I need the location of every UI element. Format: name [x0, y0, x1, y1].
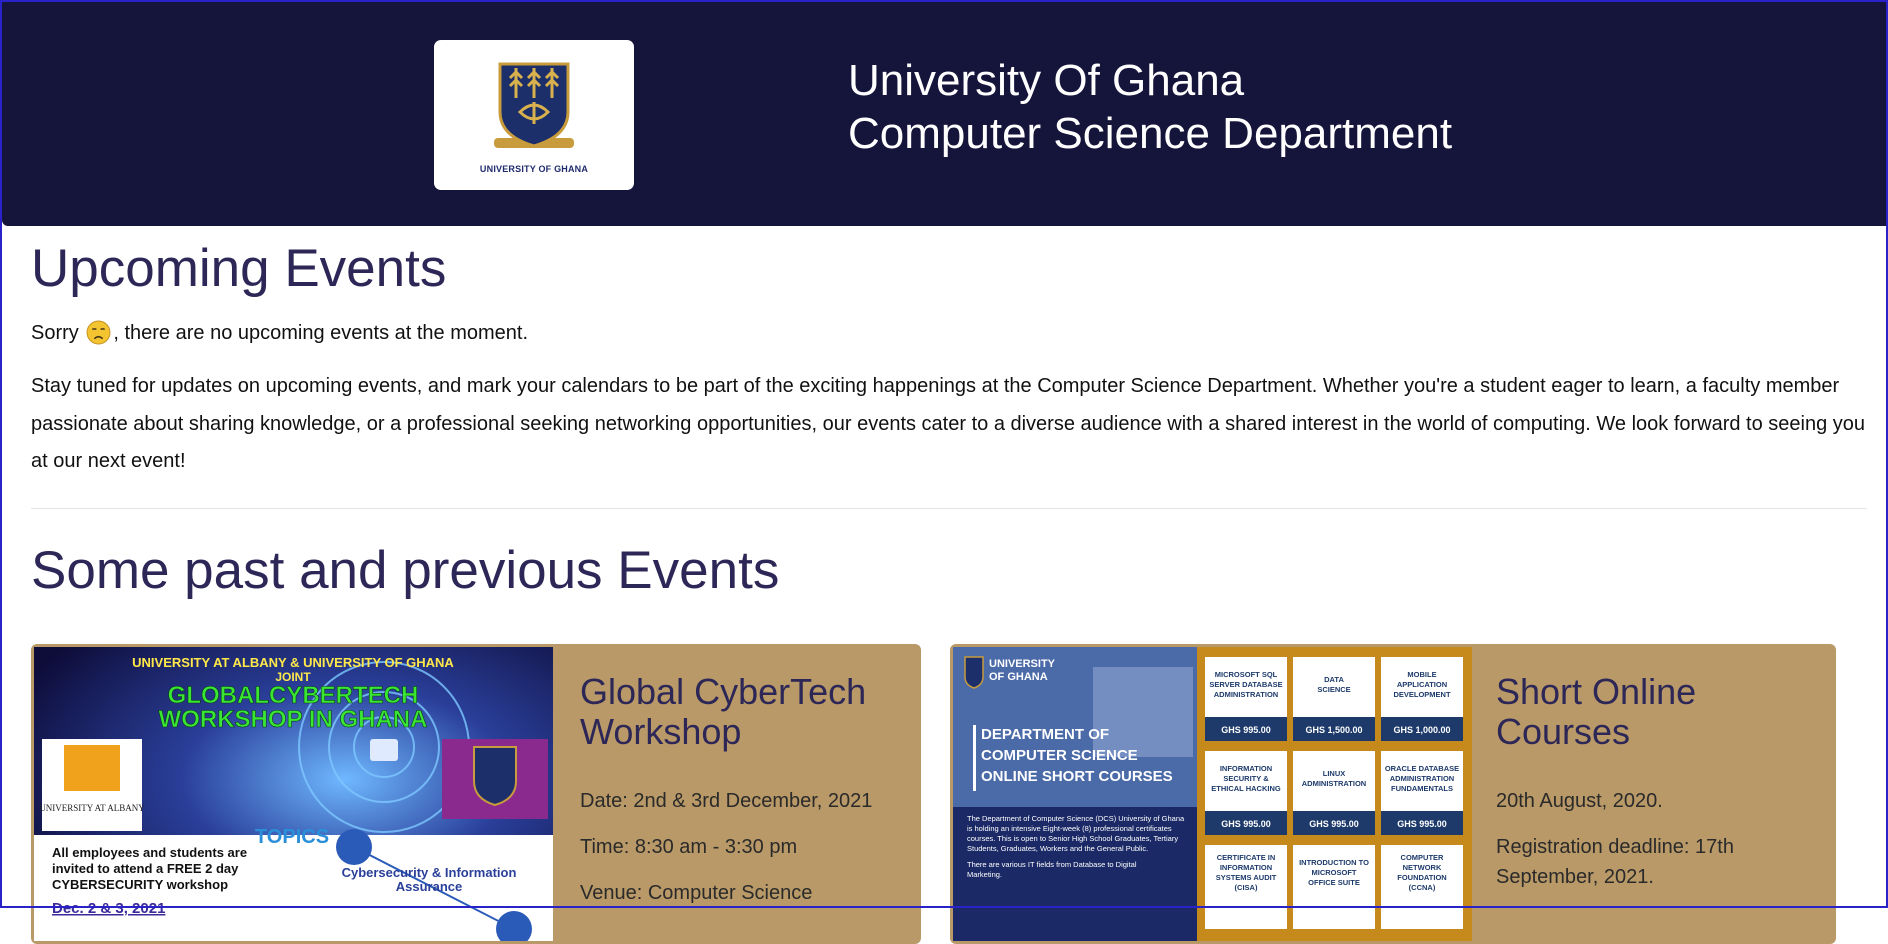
- course-tile: INTRODUCTION TOMICROSOFTOFFICE SUITE: [1293, 845, 1375, 929]
- course-name: LINUX: [1323, 769, 1346, 778]
- cybertech-poster-image[interactable]: UNIVERSITY AT ALBANY & UNIVERSITY OF GHA…: [34, 647, 553, 941]
- course-price: GHS 1,500.00: [1305, 725, 1362, 735]
- poster-dates: Dec. 2 & 3, 2021: [52, 900, 165, 917]
- course-name: ADMINISTRATION: [1302, 779, 1366, 788]
- event-date: 20th August, 2020.: [1496, 790, 1663, 812]
- course-price: GHS 1,000.00: [1393, 725, 1450, 735]
- course-name: APPLICATION: [1397, 680, 1447, 689]
- event-card-cybertech[interactable]: UNIVERSITY AT ALBANY & UNIVERSITY OF GHA…: [31, 644, 921, 944]
- poster-topics: TOPICS: [255, 826, 329, 848]
- poster-dept1: DEPARTMENT OF: [981, 726, 1109, 743]
- course-name: DATA: [1324, 675, 1344, 684]
- event-title-line2: Courses: [1496, 711, 1631, 752]
- course-price: GHS 995.00: [1309, 819, 1359, 829]
- poster-invite3: CYBERSECURITY workshop: [52, 877, 228, 892]
- event-venue: Venue: Computer Science: [580, 882, 813, 904]
- poster-topic1b: Assurance: [396, 879, 462, 894]
- course-tile: DATASCIENCE GHS 1,500.00: [1293, 657, 1375, 741]
- poster-dept3: ONLINE SHORT COURSES: [981, 768, 1173, 785]
- poster-blurb5: There are various IT fields from Databas…: [967, 860, 1137, 869]
- course-tile: MICROSOFT SQLSERVER DATABASEADMINISTRATI…: [1205, 657, 1287, 741]
- course-tile: LINUXADMINISTRATION GHS 995.00: [1293, 751, 1375, 835]
- course-name: ORACLE DATABASE: [1385, 764, 1459, 773]
- poster-dept2: COMPUTER SCIENCE: [981, 747, 1138, 764]
- course-name: MICROSOFT: [1312, 868, 1357, 877]
- event-card-short-courses[interactable]: UNIVERSITY OF GHANA DEPARTMENT OF COMPUT…: [950, 644, 1836, 944]
- course-name: OFFICE SUITE: [1308, 878, 1360, 887]
- deadline-line1: Registration deadline: 17th: [1496, 836, 1734, 858]
- course-name: INFORMATION: [1220, 863, 1272, 872]
- event-title-line1: Global CyberTech: [580, 671, 867, 712]
- albany-logo-text: UNIVERSITY AT ALBANY: [39, 803, 145, 813]
- past-events-heading: Some past and previous Events: [31, 541, 780, 600]
- stay-tuned-paragraph: Stay tuned for updates on upcoming event…: [31, 375, 1866, 472]
- course-name: CERTIFICATE IN: [1217, 853, 1276, 862]
- event-title-cybertech[interactable]: Global CyberTech Workshop: [580, 672, 866, 752]
- course-price: GHS 995.00: [1221, 819, 1271, 829]
- logo-caption: UNIVERSITY OF GHANA: [479, 164, 589, 174]
- sorry-text: Sorry: [31, 322, 79, 344]
- course-name: MICROSOFT SQL: [1215, 670, 1278, 679]
- course-name: FUNDAMENTALS: [1391, 784, 1453, 793]
- course-grid: MICROSOFT SQLSERVER DATABASEADMINISTRATI…: [1205, 657, 1463, 929]
- event-title-line2: Workshop: [580, 711, 742, 752]
- event-title-line1: Short Online: [1496, 671, 1697, 712]
- site-title: University Of Ghana Computer Science Dep…: [848, 54, 1452, 160]
- poster-line4: WORKSHOP IN GHANA: [159, 706, 428, 733]
- disappointed-face-icon: [86, 320, 111, 345]
- site-title-department: Computer Science Department: [848, 109, 1453, 158]
- course-tile: MOBILEAPPLICATIONDEVELOPMENT GHS 1,000.00: [1381, 657, 1463, 741]
- deadline-line2: September, 2021.: [1496, 866, 1654, 888]
- course-name: DEVELOPMENT: [1393, 690, 1451, 699]
- course-price: GHS 995.00: [1397, 819, 1447, 829]
- poster-blurb3: courses. This is open to Senior High Sch…: [967, 834, 1178, 843]
- course-name: NETWORK: [1403, 863, 1442, 872]
- course-name: FOUNDATION: [1397, 873, 1446, 882]
- no-events-text: , there are no upcoming events at the mo…: [113, 322, 529, 344]
- course-price: GHS 995.00: [1221, 725, 1271, 735]
- course-name: (CISA): [1235, 883, 1258, 892]
- registration-deadline: Registration deadline: 17th September, 2…: [1496, 832, 1796, 892]
- poster-invite1: All employees and students are: [52, 845, 247, 860]
- section-divider: [31, 508, 1867, 509]
- poster-uni2: OF GHANA: [989, 671, 1048, 683]
- course-name: COMPUTER: [1401, 853, 1445, 862]
- event-time: Time: 8:30 am - 3:30 pm: [580, 836, 798, 858]
- course-name: ADMINISTRATION: [1214, 690, 1278, 699]
- no-events-message: Sorry , there are no upcoming events at …: [31, 320, 528, 345]
- course-tile: ORACLE DATABASEADMINISTRATIONFUNDAMENTAL…: [1381, 751, 1463, 835]
- poster-line3: GLOBALCYBERTECH: [168, 682, 419, 709]
- course-name: SECURITY &: [1223, 774, 1269, 783]
- event-date: Date: 2nd & 3rd December, 2021: [580, 790, 873, 812]
- university-logo[interactable]: UNIVERSITY OF GHANA: [434, 40, 634, 190]
- poster-blurb4: Students, Graduates, Workers and the Gen…: [967, 844, 1148, 853]
- course-name: ETHICAL HACKING: [1211, 784, 1281, 793]
- crest-icon: [494, 62, 574, 148]
- course-tile: COMPUTERNETWORKFOUNDATION(CCNA): [1381, 845, 1463, 929]
- poster-blurb1: The Department of Computer Science (DCS)…: [967, 814, 1185, 823]
- poster-blurb6: Marketing.: [967, 870, 1002, 879]
- site-title-university: University Of Ghana: [848, 56, 1245, 105]
- course-name: INFORMATION: [1220, 764, 1272, 773]
- upcoming-events-heading: Upcoming Events: [31, 239, 447, 298]
- course-name: MOBILE: [1407, 670, 1436, 679]
- course-name: (CCNA): [1409, 883, 1436, 892]
- course-name: SYSTEMS AUDIT: [1216, 873, 1277, 882]
- poster-invite2: invited to attend a FREE 2 day: [52, 861, 239, 876]
- course-name: SCIENCE: [1317, 685, 1350, 694]
- poster-line1: UNIVERSITY AT ALBANY & UNIVERSITY OF GHA…: [132, 655, 454, 670]
- short-courses-poster-image[interactable]: UNIVERSITY OF GHANA DEPARTMENT OF COMPUT…: [953, 647, 1472, 941]
- site-header: UNIVERSITY OF GHANA University Of Ghana …: [2, 2, 1886, 226]
- course-name: ADMINISTRATION: [1390, 774, 1454, 783]
- course-name: INTRODUCTION TO: [1299, 858, 1369, 867]
- poster-uni1: UNIVERSITY: [989, 658, 1056, 670]
- poster-blurb2: is holding an intensive Eight-week (8) p…: [967, 824, 1172, 833]
- poster-topic1a: Cybersecurity & Information: [342, 865, 517, 880]
- event-title-short-courses[interactable]: Short Online Courses: [1496, 672, 1696, 752]
- course-tile: INFORMATIONSECURITY &ETHICAL HACKING GHS …: [1205, 751, 1287, 835]
- course-name: SERVER DATABASE: [1209, 680, 1282, 689]
- course-tile: CERTIFICATE ININFORMATIONSYSTEMS AUDIT(C…: [1205, 845, 1287, 929]
